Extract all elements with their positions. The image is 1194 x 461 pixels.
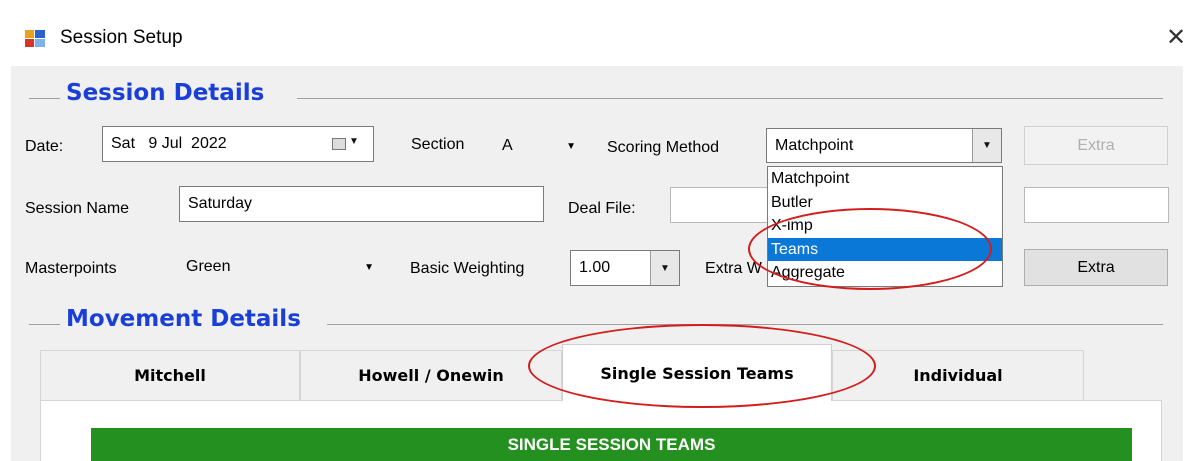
chevron-down-icon[interactable]: ▼ [972,129,1001,162]
basic-weighting-select[interactable]: 1.00 ▼ [570,250,680,286]
tab-individual[interactable]: Individual [832,350,1084,400]
dropdown-option[interactable]: Butler [768,191,1002,215]
scoring-method-value: Matchpoint [775,136,854,154]
tab-howell-onewin[interactable]: Howell / Onewin [300,350,562,400]
deal-file-extra-input[interactable] [1024,187,1169,223]
scoring-method-label: Scoring Method [607,139,720,156]
scoring-method-select[interactable]: Matchpoint ▼ [766,128,1002,163]
section-value: A [502,137,513,154]
section-select[interactable]: A ▼ [494,129,586,163]
calendar-icon[interactable] [332,138,346,150]
basic-weighting-label: Basic Weighting [410,260,525,277]
session-details-heading: Session Details [60,80,273,106]
date-label: Date: [25,138,64,155]
masterpoints-value: Green [186,258,231,275]
title-bar: Session Setup ✕ [0,0,1194,62]
basic-weighting-value: 1.00 [579,259,611,276]
session-name-input[interactable]: Saturday [179,186,544,222]
date-value: Sat 9 Jul 2022 [111,135,227,152]
extra-button-bottom[interactable]: Extra [1024,249,1168,286]
dropdown-option[interactable]: X-imp [768,214,1002,238]
dropdown-option[interactable]: Aggregate [768,261,1002,285]
dropdown-option[interactable]: Matchpoint [768,167,1002,191]
single-session-teams-banner: SINGLE SESSION TEAMS [91,428,1132,461]
chevron-down-icon[interactable]: ▼ [566,141,576,152]
movement-tabs: Mitchell Howell / Onewin Single Session … [40,344,1084,402]
session-name-label: Session Name [25,200,130,217]
tab-mitchell[interactable]: Mitchell [40,350,300,400]
chevron-down-icon[interactable]: ▼ [364,262,374,273]
session-details-divider-right [297,98,1163,99]
masterpoints-label: Masterpoints [25,260,117,277]
chevron-down-icon[interactable]: ▼ [349,136,359,147]
deal-file-label: Deal File: [568,200,636,217]
movement-details-divider-right [327,324,1163,325]
close-icon[interactable]: ✕ [1164,26,1188,50]
session-name-value: Saturday [188,195,253,212]
movement-details-heading: Movement Details [60,306,309,332]
scoring-method-dropdown[interactable]: Matchpoint Butler X-imp Teams Aggregate [767,166,1003,287]
extra-weighting-label: Extra W [705,260,762,277]
deal-file-input[interactable] [670,187,780,223]
extra-button-top[interactable]: Extra [1024,126,1168,165]
chevron-down-icon[interactable]: ▼ [650,251,679,285]
section-label: Section [411,136,465,153]
window-title: Session Setup [60,27,183,48]
dropdown-option-selected[interactable]: Teams [768,237,1002,261]
app-window-icon [25,30,45,47]
tab-single-session-teams[interactable]: Single Session Teams [562,344,832,401]
masterpoints-select[interactable]: Green ▼ [178,250,388,284]
